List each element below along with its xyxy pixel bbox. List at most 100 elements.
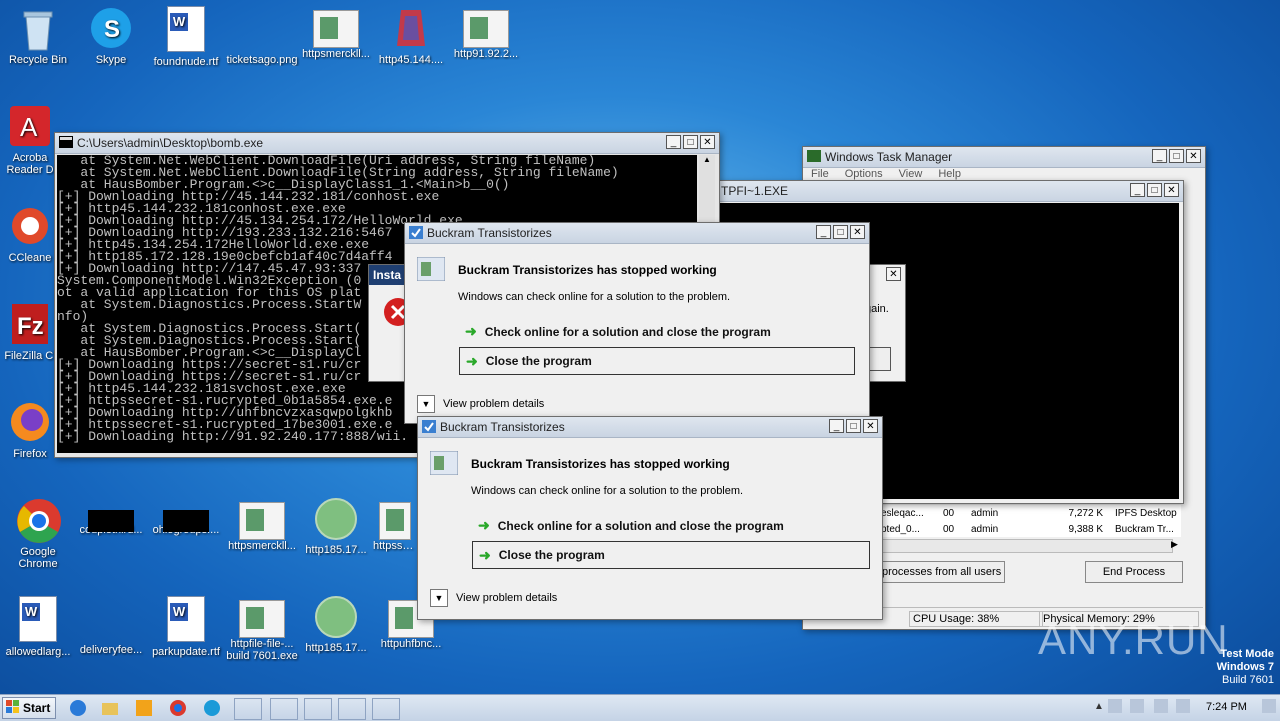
- close-button[interactable]: ✕: [700, 135, 715, 149]
- image-file-icon: [463, 10, 509, 48]
- taskbar-app-3[interactable]: [304, 698, 332, 720]
- scroll-up-icon[interactable]: ▲: [699, 155, 715, 164]
- svg-text:S: S: [104, 16, 120, 43]
- taskbar-app-1[interactable]: [234, 698, 262, 720]
- desktop-icon-acrobat[interactable]: A Acroba Reader D: [0, 104, 60, 176]
- folder-icon[interactable]: [100, 698, 126, 718]
- check-online-option[interactable]: ➜ Check online for a solution and close …: [478, 517, 784, 534]
- crash-heading: Buckram Transistorizes has stopped worki…: [458, 263, 717, 277]
- close-button[interactable]: ✕: [1164, 183, 1179, 197]
- word-document-icon: [19, 596, 57, 642]
- check-online-option[interactable]: ➜ Check online for a solution and close …: [465, 323, 771, 340]
- ccleaner-icon: [8, 204, 52, 248]
- console-icon: [59, 136, 73, 149]
- task-manager-titlebar[interactable]: Windows Task Manager _ □ ✕: [803, 147, 1205, 168]
- close-program-option[interactable]: ➜ Close the program: [472, 541, 870, 569]
- close-button[interactable]: ✕: [1186, 149, 1201, 163]
- media-player-icon[interactable]: [134, 698, 160, 718]
- program-icon: [416, 256, 446, 284]
- desktop-icon-recycle-bin[interactable]: Recycle Bin: [0, 6, 76, 66]
- desktop-icon-httpsmerckll[interactable]: httpsmerckll...: [298, 6, 374, 60]
- minimize-button[interactable]: _: [829, 419, 844, 433]
- show-all-processes-button[interactable]: processes from all users: [877, 561, 1005, 583]
- desktop-icon-ohiogroups[interactable]: ohiogroups....: [148, 498, 224, 536]
- desktop-icon-httpfile[interactable]: httpfile-file-... build 7601.exe: [224, 596, 300, 662]
- minimize-button[interactable]: _: [1152, 149, 1167, 163]
- firefox-icon: [8, 400, 52, 444]
- image-file-icon: [239, 502, 285, 540]
- crash-dialog-2[interactable]: Buckram Transistorizes _ □ ✕ Buckram Tra…: [417, 416, 883, 620]
- image-file-icon: [239, 600, 285, 638]
- console-titlebar[interactable]: C:\Users\admin\Desktop\bomb.exe _ □ ✕: [55, 133, 719, 154]
- start-button[interactable]: Start: [2, 697, 56, 719]
- desktop-icon-http185[interactable]: http185.17...: [298, 498, 374, 556]
- maximize-button[interactable]: □: [1147, 183, 1162, 197]
- maximize-button[interactable]: □: [833, 225, 848, 239]
- view-details-toggle[interactable]: ▼ View problem details: [430, 589, 557, 607]
- scroll-right-icon[interactable]: ▶: [1171, 539, 1181, 551]
- desktop-icon-httpsse[interactable]: httpsse...: [373, 498, 417, 552]
- test-mode-notice: Test Mode Windows 7 Build 7601: [1216, 648, 1274, 686]
- chrome-taskbar-icon[interactable]: [168, 698, 194, 718]
- crash-dialog-titlebar[interactable]: Buckram Transistorizes _ □ ✕: [405, 223, 869, 244]
- chevron-down-icon[interactable]: ▼: [417, 395, 435, 413]
- close-button[interactable]: ✕: [850, 225, 865, 239]
- image-file-icon: [315, 596, 357, 638]
- desktop-icon-filezilla[interactable]: Fz FileZilla Cl: [0, 302, 60, 362]
- desktop-icon-chrome[interactable]: Google Chrome: [0, 498, 76, 570]
- shield-icon[interactable]: [1176, 699, 1190, 713]
- image-file-icon: [389, 6, 433, 50]
- desktop-icon-deliveryfee[interactable]: deliveryfee...: [73, 596, 149, 656]
- image-file-icon: [315, 498, 357, 540]
- windows-logo-icon: [6, 699, 20, 717]
- cpu-usage-status: CPU Usage: 38%: [909, 611, 1043, 627]
- desktop-icon-http45[interactable]: http45.144....: [373, 6, 449, 66]
- desktop-icon-skype[interactable]: S Skype: [73, 6, 149, 66]
- desktop-icon-parkupdate[interactable]: parkupdate.rtf: [148, 596, 224, 658]
- tpfi-titlebar[interactable]: TPFI~1.EXE _ □ ✕: [717, 181, 1183, 202]
- end-process-button[interactable]: End Process: [1085, 561, 1183, 583]
- chevron-down-icon[interactable]: ▼: [430, 589, 448, 607]
- taskbar-app-2[interactable]: [270, 698, 298, 720]
- process-list[interactable]: esleqac... 00 admin 7,272 K IPFS Desktop…: [881, 505, 1181, 537]
- table-row[interactable]: esleqac... 00 admin 7,272 K IPFS Desktop: [881, 505, 1181, 521]
- speaker-icon[interactable]: [1130, 699, 1144, 713]
- crash-dialog-1[interactable]: Buckram Transistorizes _ □ ✕ Buckram Tra…: [404, 222, 870, 424]
- show-desktop-button[interactable]: [1262, 699, 1276, 713]
- anyrun-watermark: ANY.RUN: [1038, 616, 1229, 663]
- desktop-icon-foundnude[interactable]: foundnude.rtf: [148, 6, 224, 68]
- crash-dialog-titlebar[interactable]: Buckram Transistorizes _ □ ✕: [418, 417, 882, 438]
- close-button[interactable]: ✕: [863, 419, 878, 433]
- program-icon: [429, 450, 459, 478]
- horizontal-scrollbar[interactable]: [881, 539, 1173, 553]
- ie-icon[interactable]: [68, 698, 94, 718]
- taskbar-app-4[interactable]: [338, 698, 366, 720]
- taskbar-app-5[interactable]: [372, 698, 400, 720]
- ok-button[interactable]: [867, 347, 891, 371]
- desktop-icon-ticketsago[interactable]: ticketsago.png: [224, 6, 300, 66]
- view-details-toggle[interactable]: ▼ View problem details: [417, 395, 544, 413]
- clock[interactable]: 7:24 PM: [1206, 701, 1247, 713]
- desktop-icon-firefox[interactable]: Firefox: [0, 400, 60, 460]
- desktop-icon-http91[interactable]: http91.92.2...: [448, 6, 524, 60]
- tray-up-arrow-icon[interactable]: ▲: [1094, 701, 1104, 712]
- desktop-icon-http185-2[interactable]: http185.17...: [298, 596, 374, 654]
- skype-icon: S: [89, 6, 133, 50]
- minimize-button[interactable]: _: [816, 225, 831, 239]
- table-row[interactable]: pted_0... 00 admin 9,388 K Buckram Tr...: [881, 521, 1181, 537]
- maximize-button[interactable]: □: [846, 419, 861, 433]
- edge-icon[interactable]: [202, 698, 228, 718]
- minimize-button[interactable]: _: [666, 135, 681, 149]
- close-program-option[interactable]: ➜ Close the program: [459, 347, 855, 375]
- desktop-icon-httpsmerckll-2[interactable]: httpsmerckll...: [224, 498, 300, 552]
- maximize-button[interactable]: □: [1169, 149, 1184, 163]
- maximize-button[interactable]: □: [683, 135, 698, 149]
- desktop-icon-allowedlarg[interactable]: allowedlarg...: [0, 596, 76, 658]
- desktop-icon-ccleaner[interactable]: CCleane: [0, 204, 60, 264]
- app-icon: [409, 226, 423, 239]
- network-icon[interactable]: [1154, 699, 1168, 713]
- close-button[interactable]: ✕: [886, 267, 901, 281]
- flag-icon[interactable]: [1108, 699, 1122, 713]
- minimize-button[interactable]: _: [1130, 183, 1145, 197]
- desktop-icon-couplethird[interactable]: couplethird...: [73, 498, 149, 536]
